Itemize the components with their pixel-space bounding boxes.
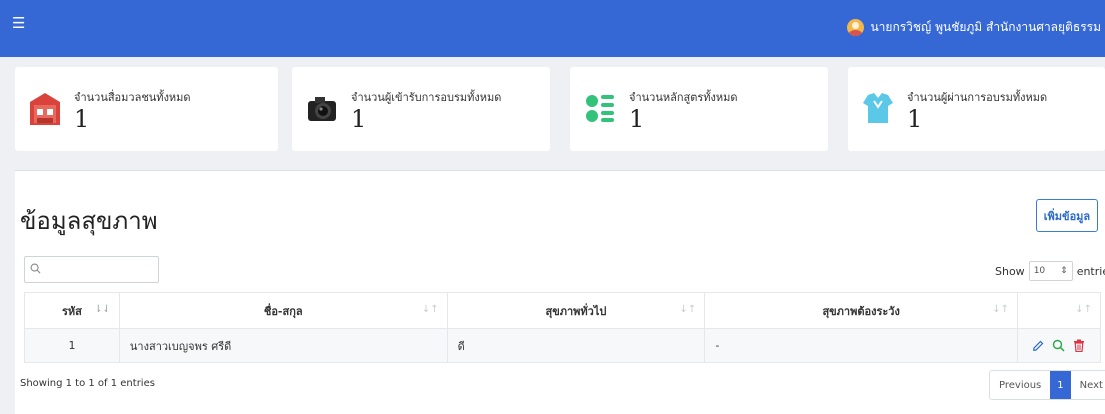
view-icon[interactable] [1052,339,1066,352]
column-header-caution-health[interactable]: สุขภาพต้องระวัง ↓↑ [704,292,1018,329]
cell-general-health: ดี [446,328,706,363]
user-label: นายกรวิชญ์ พูนชัยภูมิ สำนักงานศาลยุติธรร… [870,20,1101,34]
previous-button[interactable]: Previous [990,371,1051,399]
cell-id: 1 [24,328,120,363]
card-value: 1 [629,105,645,133]
card-value: 1 [907,105,923,133]
page-title: ข้อมูลสุขภาพ [20,207,158,235]
page-1-button[interactable]: 1 [1050,371,1071,399]
cell-actions [1016,328,1102,363]
card-value: 1 [74,105,90,133]
card-label: จำนวนหลักสูตรทั้งหมด [629,91,738,104]
column-header-actions[interactable]: ↓↑ [1016,292,1102,329]
search-icon [30,263,41,274]
stat-card-graduates: จำนวนผู้ผ่านการอบรมทั้งหมด 1 [848,67,1105,151]
card-label: จำนวนผู้เข้ารับการอบรมทั้งหมด [351,91,502,104]
sort-icon: ↓↑ [1075,304,1092,315]
user-menu[interactable]: นายกรวิชญ์ พูนชัยภูมิ สำนักงานศาลยุติธรร… [847,18,1101,37]
sort-icon: ↓↑ [679,304,697,315]
column-header-id[interactable]: รหัส ⇂⇃ [24,292,120,329]
stat-card-media: จำนวนสื่อมวลชนทั้งหมด 1 [15,67,278,151]
cell-caution-health: - [704,328,1018,363]
health-table: รหัส ⇂⇃ ชื่อ-สกุล ↓↑ สุขภาพทั่วไป ↓↑ สุข… [24,292,1102,363]
edit-icon[interactable] [1032,340,1044,352]
stat-card-trainees: จำนวนผู้เข้ารับการอบรมทั้งหมด 1 [292,67,550,151]
search-input[interactable] [24,256,159,283]
table-row: 1 นางสาวเบญจพร ศรีดี ดี - [24,328,1102,363]
sort-asc-icon: ⇂⇃ [94,304,111,315]
pagination: Previous 1 Next [989,370,1105,400]
shirt-icon [863,93,893,123]
hamburger-icon[interactable]: ☰ [12,16,25,31]
add-data-button[interactable]: เพิ่มข้อมูล [1036,199,1098,232]
column-header-name[interactable]: ชื่อ-สกุล ↓↑ [118,292,448,329]
sort-icon: ↓↑ [421,304,439,315]
building-icon [30,93,60,125]
delete-icon[interactable] [1073,339,1085,352]
next-button[interactable]: Next [1070,371,1105,399]
sort-icon: ↓↑ [992,304,1009,315]
top-navbar: ☰ นายกรวิชญ์ พูนชัยภูมิ สำนักงานศาลยุติธ… [0,0,1105,57]
entries-label: entries [1076,264,1105,278]
card-value: 1 [351,105,367,133]
column-header-general-health[interactable]: สุขภาพทั่วไป ↓↑ [446,292,706,329]
card-label: จำนวนสื่อมวลชนทั้งหมด [74,91,191,104]
page-size-control: Show 10 ⇕ entries [995,261,1105,281]
card-label: จำนวนผู้ผ่านการอบรมทั้งหมด [907,91,1048,104]
page-size-value: 10 [1033,266,1046,276]
stat-card-courses: จำนวนหลักสูตรทั้งหมด 1 [570,67,828,151]
camera-icon [308,97,336,121]
select-arrows-icon: ⇕ [1060,266,1068,276]
list-icon [586,95,614,122]
show-label: Show [995,264,1025,278]
avatar [847,19,865,36]
health-data-panel: ข้อมูลสุขภาพ เพิ่มข้อมูล Show 10 ⇕ entri… [15,170,1105,414]
cell-name: นางสาวเบญจพร ศรีดี [118,328,448,363]
table-info: Showing 1 to 1 of 1 entries [20,378,155,389]
page-size-select[interactable]: 10 ⇕ [1028,261,1073,281]
